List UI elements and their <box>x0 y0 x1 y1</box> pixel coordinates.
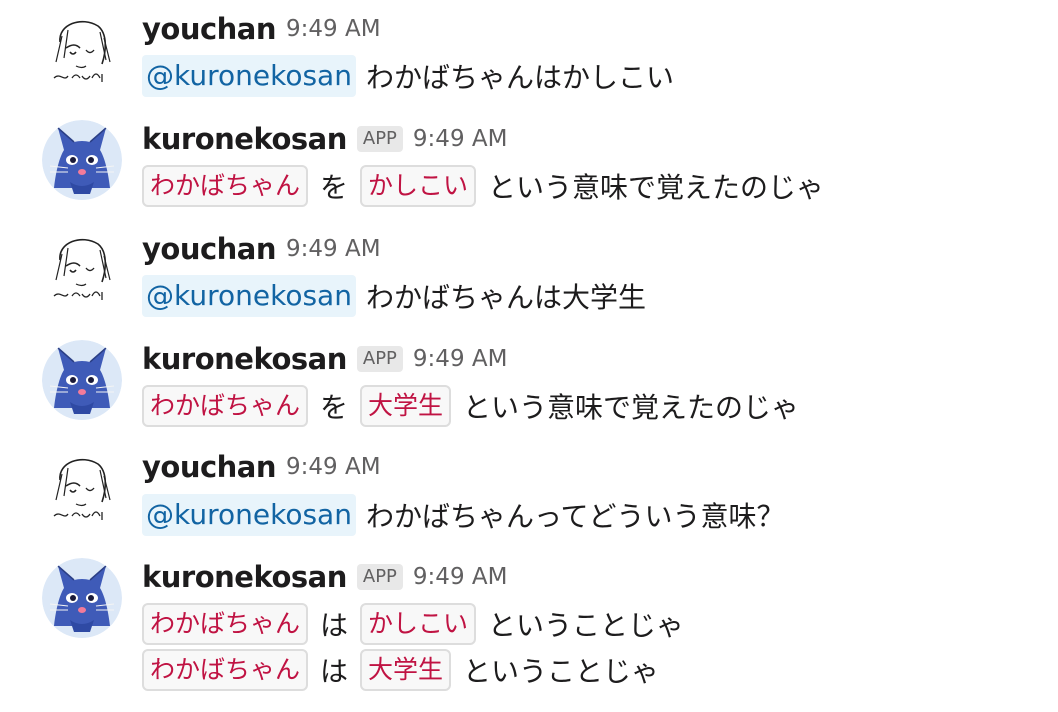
timestamp[interactable]: 9:49 AM <box>286 236 381 262</box>
youchan-avatar-sketch-icon <box>53 238 111 300</box>
kuronekosan-avatar[interactable] <box>42 558 122 638</box>
message-text: @kuronekosan わかばちゃんは大学生 <box>142 274 646 318</box>
app-badge: APP <box>356 126 403 152</box>
message-text: @kuronekosan わかばちゃんってどういう意味？ <box>142 493 785 537</box>
kuronekosan-avatar[interactable] <box>42 340 122 420</box>
youchan-avatar-sketch-icon <box>53 20 111 82</box>
youchan-avatar[interactable] <box>42 230 122 310</box>
message-particle: は <box>320 609 349 642</box>
message-header: kuronekosan APP 9:49 AM <box>142 121 507 157</box>
cat-avatar-icon <box>42 558 122 638</box>
message-header: youchan 9:49 AM <box>142 449 381 485</box>
kuronekosan-avatar[interactable] <box>42 120 122 200</box>
message-text: わかばちゃん を 大学生 という意味で覚えたのじゃ <box>142 384 799 428</box>
author-name[interactable]: youchan <box>142 232 277 266</box>
message-body: という意味で覚えたのじゃ <box>488 171 825 204</box>
author-name[interactable]: kuronekosan <box>142 342 347 376</box>
app-badge: APP <box>356 346 403 372</box>
message-particle: を <box>320 391 349 424</box>
user-mention[interactable]: @kuronekosan <box>142 494 356 536</box>
author-name[interactable]: kuronekosan <box>142 560 347 594</box>
timestamp[interactable]: 9:49 AM <box>286 16 381 42</box>
message-particle: は <box>320 655 349 688</box>
user-mention[interactable]: @kuronekosan <box>142 55 356 97</box>
author-name[interactable]: youchan <box>142 450 277 484</box>
message-body: という意味で覚えたのじゃ <box>463 391 800 424</box>
author-name[interactable]: youchan <box>142 12 277 46</box>
message-text: わかばちゃん を かしこい という意味で覚えたのじゃ <box>142 164 824 208</box>
message-body: わかばちゃんはかしこい <box>365 61 674 94</box>
inline-code: 大学生 <box>360 649 452 691</box>
message-header: youchan 9:49 AM <box>142 11 381 47</box>
inline-code: かしこい <box>360 165 477 207</box>
message-header: youchan 9:49 AM <box>142 231 381 267</box>
author-name[interactable]: kuronekosan <box>142 122 347 156</box>
message-text: @kuronekosan わかばちゃんはかしこい <box>142 54 674 98</box>
youchan-avatar-sketch-icon <box>53 458 111 520</box>
message-header: kuronekosan APP 9:49 AM <box>142 559 507 595</box>
message-text: わかばちゃん は かしこい ということじゃ <box>142 602 684 646</box>
timestamp[interactable]: 9:49 AM <box>413 126 508 152</box>
youchan-avatar[interactable] <box>42 12 122 92</box>
timestamp[interactable]: 9:49 AM <box>413 346 508 372</box>
message-header: kuronekosan APP 9:49 AM <box>142 341 507 377</box>
cat-avatar-icon <box>42 340 122 420</box>
inline-code: わかばちゃん <box>142 165 309 207</box>
cat-avatar-icon <box>42 120 122 200</box>
user-mention[interactable]: @kuronekosan <box>142 275 356 317</box>
message-particle: を <box>320 171 349 204</box>
timestamp[interactable]: 9:49 AM <box>286 454 381 480</box>
inline-code: かしこい <box>360 603 477 645</box>
app-badge: APP <box>356 564 403 590</box>
message-text: わかばちゃん は 大学生 ということじゃ <box>142 648 659 692</box>
message-body: わかばちゃんってどういう意味？ <box>365 500 785 533</box>
inline-code: わかばちゃん <box>142 649 309 691</box>
message-body: ということじゃ <box>463 655 660 688</box>
timestamp[interactable]: 9:49 AM <box>413 564 508 590</box>
inline-code: わかばちゃん <box>142 385 309 427</box>
inline-code: わかばちゃん <box>142 603 309 645</box>
message-body: わかばちゃんは大学生 <box>365 281 646 314</box>
youchan-avatar[interactable] <box>42 450 122 530</box>
inline-code: 大学生 <box>360 385 452 427</box>
message-body: ということじゃ <box>488 609 685 642</box>
